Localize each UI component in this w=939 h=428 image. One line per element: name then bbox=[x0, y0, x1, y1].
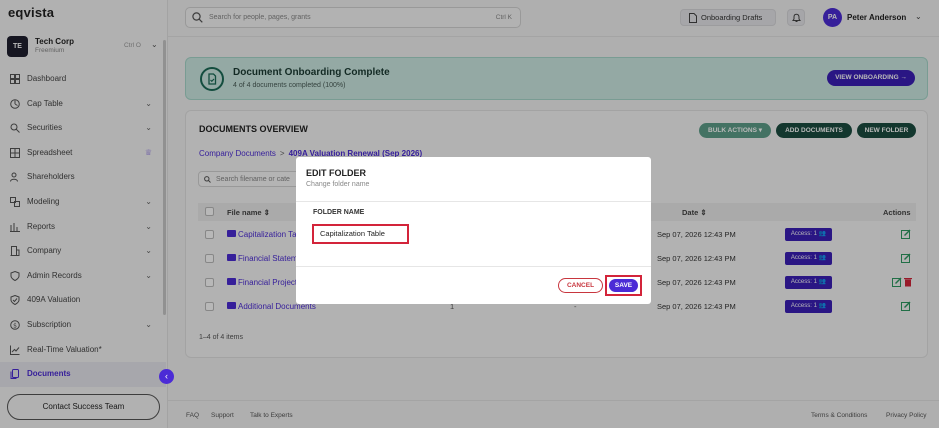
divider bbox=[296, 266, 651, 267]
folder-name-label: FOLDER NAME bbox=[313, 209, 365, 216]
save-button-highlight: SAVE bbox=[605, 275, 642, 296]
divider bbox=[296, 201, 651, 202]
collapse-sidebar-button[interactable]: ‹ bbox=[159, 369, 174, 384]
folder-name-input[interactable]: Capitalization Table bbox=[312, 224, 409, 244]
dialog-subtitle: Change folder name bbox=[306, 181, 370, 188]
save-button[interactable]: SAVE bbox=[609, 279, 638, 292]
dialog-title: EDIT FOLDER bbox=[306, 168, 366, 178]
cancel-button[interactable]: CANCEL bbox=[558, 278, 603, 293]
edit-folder-dialog: EDIT FOLDER Change folder name FOLDER NA… bbox=[296, 157, 651, 304]
